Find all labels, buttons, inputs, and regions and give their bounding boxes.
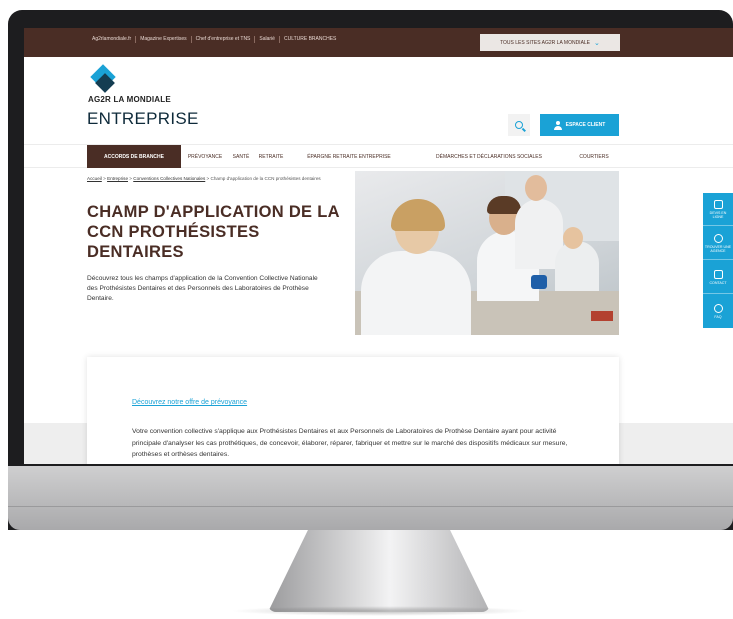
search-button[interactable] (508, 114, 530, 136)
user-icon (553, 120, 562, 130)
all-sites-label: TOUS LES SITES AG2R LA MONDIALE (500, 39, 591, 46)
content-body: Votre convention collective s'applique a… (132, 428, 568, 458)
search-icon (515, 121, 523, 129)
nav-item-courtiers[interactable]: COURTIERS (569, 145, 619, 168)
brand-name[interactable]: AG2R LA MONDIALE (88, 95, 171, 104)
nav-item-epargne-retraite[interactable]: ÉPARGNE RETRAITE ENTREPRISE (289, 145, 409, 168)
hero-photo (355, 171, 619, 335)
location-pin-icon (713, 233, 723, 243)
side-tool-quote[interactable]: DEVIS EN LIGNE (703, 193, 733, 226)
side-toolbar: DEVIS EN LIGNE TROUVER UNE AGENCE CONTAC… (703, 193, 733, 328)
side-tool-label: DEVIS EN LIGNE (709, 210, 727, 219)
nav-item-accords-de-branche[interactable]: ACCORDS DE BRANCHE (87, 145, 181, 168)
monitor-bezel: Ag2rlamondiale.fr Magazine Expertises Ch… (8, 10, 733, 530)
side-tool-faq[interactable]: FAQ (703, 295, 733, 328)
monitor-chin (8, 466, 733, 530)
photo-face-back (525, 175, 547, 201)
offer-link[interactable]: Découvrez notre offre de prévoyance (132, 399, 247, 406)
breadcrumb-link[interactable]: Accueil (87, 176, 102, 181)
side-tool-label: FAQ (714, 315, 722, 319)
all-sites-dropdown[interactable]: TOUS LES SITES AG2R LA MONDIALE ⌄ (480, 34, 620, 51)
side-tool-agency[interactable]: TROUVER UNE AGENCE (703, 227, 733, 260)
chat-icon (713, 269, 723, 279)
topbar-link[interactable]: CULTURE BRANCHES (280, 36, 340, 43)
main-nav: ACCORDS DE BRANCHE PRÉVOYANCE SANTÉ RETR… (24, 144, 733, 168)
breadcrumb-separator: > (206, 176, 210, 181)
photo-hair-middle (487, 196, 521, 214)
breadcrumb-link[interactable]: Conventions Collectives Nationales (133, 176, 205, 181)
photo-red-object (591, 311, 613, 321)
photo-hair-front (391, 199, 445, 231)
topbar-link[interactable]: Chef d'entreprise et TNS (192, 36, 256, 43)
topbar-link[interactable]: Ag2rlamondiale.fr (88, 36, 137, 43)
monitor-chin-divider (8, 506, 733, 507)
document-icon (713, 199, 723, 209)
chevron-down-icon: ⌄ (594, 39, 600, 47)
photo-coat-right (555, 241, 599, 291)
breadcrumb-separator: > (129, 176, 132, 181)
nav-item-retraite[interactable]: RETRAITE (253, 145, 289, 168)
photo-blue-object (531, 275, 547, 289)
breadcrumb: Accueil > Entreprise > Conventions Colle… (87, 176, 321, 181)
content-card: Découvrez notre offre de prévoyance Votr… (87, 357, 619, 464)
side-tool-label: TROUVER UNE AGENCE (704, 244, 732, 253)
browser-screen: Ag2rlamondiale.fr Magazine Expertises Ch… (24, 28, 733, 464)
page-intro: Découvrez tous les champs d'application … (87, 275, 318, 302)
side-tool-label: CONTACT (709, 280, 727, 285)
topbar-link[interactable]: Magazine Expertises (136, 36, 192, 43)
breadcrumb-link[interactable]: Entreprise (107, 176, 128, 181)
nav-item-sante[interactable]: SANTÉ (229, 145, 253, 168)
breadcrumb-separator: > (103, 176, 106, 181)
top-utility-bar: Ag2rlamondiale.fr Magazine Expertises Ch… (24, 28, 733, 57)
topbar-links: Ag2rlamondiale.fr Magazine Expertises Ch… (88, 36, 340, 43)
photo-face-right (563, 227, 583, 249)
photo-coat-front (361, 251, 471, 335)
info-icon (713, 304, 723, 313)
brand-subtitle[interactable]: ENTREPRISE (87, 109, 199, 129)
topbar-link[interactable]: Salarié (255, 36, 280, 43)
client-space-button[interactable]: ESPACE CLIENT (540, 114, 619, 136)
monitor-stand-shadow (230, 606, 530, 616)
nav-item-demarches[interactable]: DÉMARCHES ET DÉCLARATIONS SOCIALES (409, 145, 569, 168)
monitor-mockup: Ag2rlamondiale.fr Magazine Expertises Ch… (0, 0, 733, 619)
breadcrumb-current: Champ d'application de la CCN prothésist… (210, 176, 321, 181)
client-space-label: ESPACE CLIENT (565, 122, 606, 128)
nav-item-prevoyance[interactable]: PRÉVOYANCE (181, 145, 229, 168)
page-title: CHAMP D'APPLICATION DE LA CCN PROTHÉSIST… (87, 203, 340, 261)
side-tool-contact[interactable]: CONTACT (703, 261, 733, 294)
monitor-stand (268, 530, 490, 612)
